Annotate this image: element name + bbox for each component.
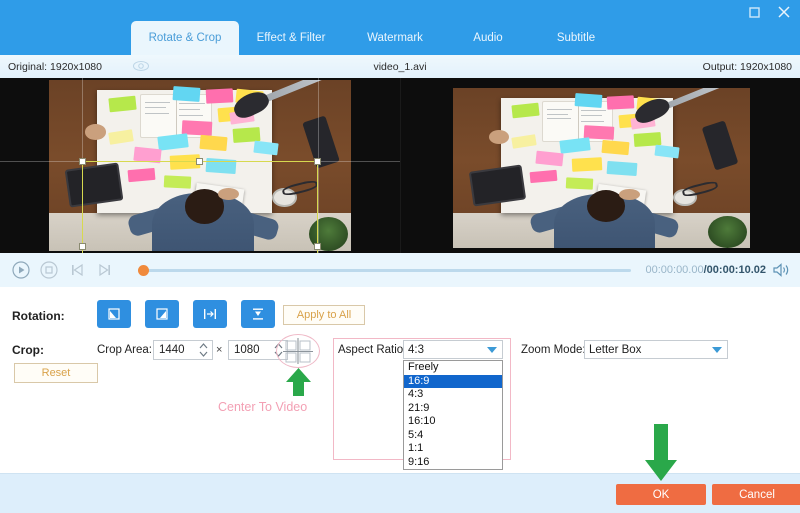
video-thumbnail bbox=[49, 80, 351, 251]
tab-subtitle[interactable]: Subtitle bbox=[529, 21, 623, 55]
rotate-right-button[interactable] bbox=[145, 300, 179, 328]
center-to-video-button[interactable] bbox=[283, 338, 313, 364]
flip-vertical-button[interactable] bbox=[241, 300, 275, 328]
crop-area-label: Crop Area: bbox=[97, 344, 152, 356]
playback-toolbar: 00:00:00.00/00:00:10.02 bbox=[0, 253, 800, 287]
ok-label: OK bbox=[652, 488, 670, 501]
ok-button[interactable]: OK bbox=[616, 484, 706, 505]
aspect-ratio-label: Aspect Ratio: bbox=[338, 344, 407, 356]
crop-width-stepper[interactable] bbox=[153, 340, 213, 360]
cancel-label: Cancel bbox=[739, 488, 775, 501]
video-editor-window: Rotate & Crop Effect & Filter Watermark … bbox=[0, 0, 800, 513]
output-preview[interactable] bbox=[400, 78, 800, 253]
annotation-arrow-down-icon bbox=[645, 424, 677, 481]
tab-label: Effect & Filter bbox=[256, 32, 326, 44]
zoom-mode-label: Zoom Mode: bbox=[521, 344, 586, 356]
tab-watermark[interactable]: Watermark bbox=[343, 21, 447, 55]
volume-button[interactable] bbox=[772, 262, 792, 278]
window-controls bbox=[746, 4, 792, 20]
maximize-button[interactable] bbox=[746, 4, 762, 20]
crop-height-input[interactable] bbox=[229, 344, 271, 356]
zoom-mode-select[interactable]: Letter Box bbox=[584, 340, 728, 359]
center-to-video-caption: Center To Video bbox=[218, 400, 308, 414]
crop-label: Crop: bbox=[12, 343, 44, 357]
next-frame-icon bbox=[99, 263, 110, 277]
close-icon bbox=[778, 6, 790, 18]
crop-width-arrows[interactable] bbox=[196, 341, 210, 359]
chevron-down-icon bbox=[487, 347, 497, 353]
source-video-frame bbox=[49, 80, 351, 251]
source-preview[interactable] bbox=[0, 78, 400, 253]
tab-rotate-crop[interactable]: Rotate & Crop bbox=[131, 21, 239, 55]
aspect-ratio-option-selected[interactable]: 16:9 bbox=[404, 374, 502, 388]
tab-label: Subtitle bbox=[556, 32, 596, 44]
play-button[interactable] bbox=[10, 259, 32, 281]
flip-horizontal-icon bbox=[204, 309, 216, 319]
crop-width-input[interactable] bbox=[154, 344, 196, 356]
maximize-icon bbox=[748, 6, 760, 18]
dimension-separator: × bbox=[216, 344, 223, 356]
total-time: 00:00:10.02 bbox=[706, 264, 766, 276]
tab-effect-filter[interactable]: Effect & Filter bbox=[239, 21, 343, 55]
cancel-button[interactable]: Cancel bbox=[712, 484, 800, 505]
close-button[interactable] bbox=[776, 4, 792, 20]
previous-frame-button[interactable] bbox=[66, 259, 88, 281]
play-icon bbox=[12, 261, 30, 279]
video-thumbnail bbox=[453, 88, 750, 248]
chevron-up-icon bbox=[199, 343, 207, 349]
reset-label: Reset bbox=[41, 367, 71, 379]
previous-frame-icon bbox=[72, 263, 83, 277]
stop-button[interactable] bbox=[38, 259, 60, 281]
aspect-ratio-select[interactable]: 4:3 bbox=[403, 340, 503, 359]
apply-to-all-label: Apply to All bbox=[296, 309, 352, 321]
aspect-ratio-option[interactable]: 9:16 bbox=[404, 456, 502, 470]
seek-knob[interactable] bbox=[138, 264, 149, 276]
zoom-mode-value: Letter Box bbox=[589, 343, 642, 356]
aspect-ratio-value: 4:3 bbox=[408, 343, 424, 356]
aspect-ratio-option[interactable]: 21:9 bbox=[404, 402, 502, 416]
timecode-display: 00:00:00.00/00:00:10.02 bbox=[645, 264, 766, 276]
resolution-info-bar: Original: 1920x1080 video_1.avi Output: … bbox=[0, 55, 800, 78]
aspect-ratio-option[interactable]: 1:1 bbox=[404, 442, 502, 456]
apply-to-all-button[interactable]: Apply to All bbox=[283, 305, 365, 325]
title-bar: Rotate & Crop Effect & Filter Watermark … bbox=[0, 0, 800, 55]
aspect-ratio-option[interactable]: 4:3 bbox=[404, 388, 502, 402]
flip-vertical-icon bbox=[253, 308, 263, 320]
rotation-label: Rotation: bbox=[12, 309, 65, 323]
file-name-label: video_1.avi bbox=[373, 60, 427, 73]
tab-bar: Rotate & Crop Effect & Filter Watermark … bbox=[131, 21, 623, 55]
flip-horizontal-button[interactable] bbox=[193, 300, 227, 328]
annotation-arrow-up-icon bbox=[286, 368, 311, 396]
aspect-ratio-dropdown-list[interactable]: Freely 16:9 4:3 21:9 16:10 5:4 1:1 9:16 bbox=[403, 360, 503, 470]
tab-audio[interactable]: Audio bbox=[447, 21, 529, 55]
tab-label: Watermark bbox=[367, 32, 423, 44]
stop-icon bbox=[40, 261, 58, 279]
aspect-ratio-option[interactable]: Freely bbox=[404, 361, 502, 375]
tab-label: Audio bbox=[473, 32, 503, 44]
current-time: 00:00:00.00 bbox=[645, 264, 704, 276]
seek-track bbox=[138, 268, 632, 272]
preview-area bbox=[0, 78, 800, 253]
next-frame-button[interactable] bbox=[94, 259, 116, 281]
chevron-down-icon bbox=[712, 347, 722, 353]
rotate-right-icon bbox=[156, 308, 168, 320]
tab-label: Rotate & Crop bbox=[148, 32, 222, 44]
output-video-frame bbox=[453, 88, 750, 248]
chevron-down-icon bbox=[199, 351, 207, 357]
reset-button[interactable]: Reset bbox=[14, 363, 98, 383]
seek-bar[interactable] bbox=[138, 260, 632, 280]
aspect-ratio-option[interactable]: 16:10 bbox=[404, 415, 502, 429]
rotate-left-icon bbox=[108, 308, 120, 320]
aspect-ratio-option[interactable]: 5:4 bbox=[404, 429, 502, 443]
output-resolution-label: Output: 1920x1080 bbox=[702, 60, 792, 73]
rotate-left-button[interactable] bbox=[97, 300, 131, 328]
